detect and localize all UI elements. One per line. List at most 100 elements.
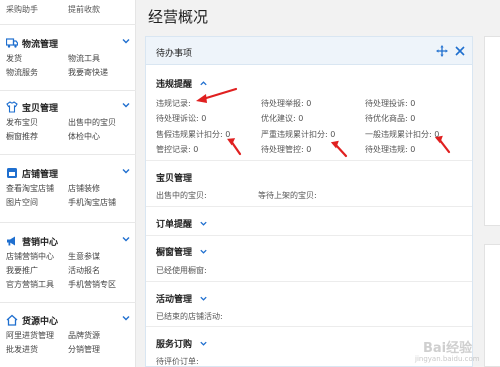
- sidebar-link-purchase-helper[interactable]: 采购助手: [6, 4, 68, 15]
- shirt-icon: [6, 101, 18, 113]
- todo-panel-title: 待办事项: [156, 49, 193, 59]
- section-divider: [146, 235, 472, 236]
- sidebar-item-logistics-service[interactable]: 物流服务: [6, 68, 68, 78]
- violation-section-title: 违规提醒: [156, 80, 193, 90]
- sidebar-section-header[interactable]: 营销中心: [0, 234, 136, 248]
- sidebar-section-store: 店铺管理 查看淘宝店铺 店铺装修 图片空间 手机淘宝店铺: [0, 166, 136, 207]
- showcase-section-header[interactable]: 橱窗管理: [156, 245, 208, 258]
- sidebar-divider: [0, 302, 136, 303]
- move-icon[interactable]: [436, 45, 448, 57]
- general-violation-points[interactable]: 一般违规累计扣分: 0: [365, 129, 439, 140]
- service-section-title: 服务订购: [156, 340, 193, 350]
- sidebar-section-title: 宝贝管理: [22, 104, 59, 114]
- sidebar-item-store-marketing-center[interactable]: 店铺营销中心: [6, 252, 68, 262]
- house-icon: [6, 314, 18, 326]
- serious-violation-points[interactable]: 严重违规累计扣分: 0: [261, 129, 335, 140]
- sidebar-section-header[interactable]: 物流管理: [0, 36, 136, 50]
- sidebar-item-business-advisor[interactable]: 生意参谋: [68, 252, 130, 262]
- orders-to-review[interactable]: 待评价订单:: [156, 356, 199, 367]
- sidebar-item-wholesale[interactable]: 批发进货: [6, 345, 68, 355]
- sidebar-item-checkup-center[interactable]: 体检中心: [68, 132, 130, 142]
- sidebar-item-ship[interactable]: 发货: [6, 54, 68, 64]
- chevron-down-icon[interactable]: [121, 36, 131, 46]
- truck-icon: [6, 38, 18, 48]
- sidebar-section-header[interactable]: 货源中心: [0, 313, 136, 327]
- pending-controls[interactable]: 待处理管控: 0: [261, 144, 311, 155]
- pending-complaints[interactable]: 待处理投诉: 0: [365, 98, 415, 109]
- sidebar-item-view-store[interactable]: 查看淘宝店铺: [6, 184, 68, 194]
- goods-on-sale-count[interactable]: 出售中的宝贝:: [156, 190, 207, 201]
- goods-to-optimize[interactable]: 待优化商品: 0: [365, 113, 415, 124]
- sidebar-item-event-signup[interactable]: 活动报名: [68, 266, 130, 276]
- sidebar-item-publish-goods[interactable]: 发布宝贝: [6, 118, 68, 128]
- sidebar-item-distribution[interactable]: 分销管理: [68, 345, 130, 355]
- sidebar-section-header[interactable]: 宝贝管理: [0, 100, 136, 114]
- sidebar-section-logistics: 物流管理 发货 物流工具 物流服务 我要寄快递: [0, 36, 136, 77]
- sidebar-item-brand-supply[interactable]: 品牌货源: [68, 331, 130, 341]
- chevron-down-icon[interactable]: [199, 247, 208, 256]
- sidebar-item-showcase-recommend[interactable]: 橱窗推荐: [6, 132, 68, 142]
- sidebar-item-image-space[interactable]: 图片空间: [6, 198, 68, 208]
- watermark-url: jingyan.baidu.com: [415, 355, 480, 363]
- chevron-down-icon[interactable]: [199, 339, 208, 348]
- goods-section-header: 宝贝管理: [156, 171, 192, 184]
- sidebar-link-early-collection[interactable]: 提前收款: [68, 4, 130, 15]
- counterfeit-violation-points[interactable]: 售假违规累计扣分: 0: [156, 129, 230, 140]
- section-divider: [146, 281, 472, 282]
- right-panel-partial: [484, 36, 500, 226]
- goods-waiting-list-count[interactable]: 等待上架的宝贝:: [258, 190, 317, 201]
- sidebar-section-header[interactable]: 店铺管理: [0, 166, 136, 180]
- sidebar-item-goods-on-sale[interactable]: 出售中的宝贝: [68, 118, 130, 128]
- control-records[interactable]: 管控记录: 0: [156, 144, 198, 155]
- sidebar-divider: [0, 222, 136, 223]
- activity-section-title: 活动管理: [156, 295, 193, 305]
- orders-section-title: 订单提醒: [156, 220, 193, 230]
- optimization-suggestions[interactable]: 优化建议: 0: [261, 113, 303, 124]
- sidebar-item-send-express[interactable]: 我要寄快递: [68, 68, 130, 78]
- violation-records[interactable]: 违规记录:: [156, 98, 191, 109]
- chevron-up-icon[interactable]: [199, 79, 208, 88]
- sidebar-item-logistics-tools[interactable]: 物流工具: [68, 54, 130, 64]
- chevron-down-icon[interactable]: [199, 294, 208, 303]
- activity-section-header[interactable]: 活动管理: [156, 292, 208, 305]
- chevron-down-icon[interactable]: [121, 100, 131, 110]
- pending-reports[interactable]: 待处理举报: 0: [261, 98, 311, 109]
- chevron-down-icon[interactable]: [199, 219, 208, 228]
- pending-violations[interactable]: 待处理违规: 0: [365, 144, 415, 155]
- pending-litigation[interactable]: 待处理诉讼: 0: [156, 113, 206, 124]
- violation-section-header[interactable]: 违规提醒: [156, 77, 208, 90]
- sidebar-links: 查看淘宝店铺 店铺装修 图片空间 手机淘宝店铺: [6, 184, 130, 208]
- megaphone-icon: [7, 236, 15, 246]
- sidebar-divider: [0, 90, 136, 91]
- sidebar-links: 阿里进货管理 品牌货源 批发进货 分销管理: [6, 331, 130, 355]
- sidebar-item-official-marketing-tools[interactable]: 官方营销工具: [6, 280, 68, 290]
- chevron-down-icon[interactable]: [121, 313, 131, 323]
- sidebar-section-supply: 货源中心 阿里进货管理 品牌货源 批发进货 分销管理: [0, 313, 136, 354]
- sidebar-top-links: 采购助手 提前收款: [6, 4, 130, 15]
- sidebar-section-title: 营销中心: [22, 238, 59, 248]
- chevron-down-icon[interactable]: [121, 234, 131, 244]
- chevron-down-icon[interactable]: [121, 166, 131, 176]
- section-divider: [146, 206, 472, 207]
- sidebar-item-promote[interactable]: 我要推广: [6, 266, 68, 276]
- service-section-header[interactable]: 服务订购: [156, 337, 208, 350]
- sidebar-item-mobile-store[interactable]: 手机淘宝店铺: [68, 198, 130, 208]
- close-icon[interactable]: [454, 45, 466, 57]
- ended-store-activities[interactable]: 已结束的店铺活动:: [156, 311, 223, 322]
- orders-section-header[interactable]: 订单提醒: [156, 217, 208, 230]
- sidebar-item-ali-purchase[interactable]: 阿里进货管理: [6, 331, 68, 341]
- sidebar-section-goods: 宝贝管理 发布宝贝 出售中的宝贝 橱窗推荐 体检中心: [0, 100, 136, 141]
- sidebar-links: 发货 物流工具 物流服务 我要寄快递: [6, 54, 130, 78]
- sidebar-item-store-decoration[interactable]: 店铺装修: [68, 184, 130, 194]
- sidebar-section-title: 货源中心: [22, 317, 59, 327]
- showcase-used-count[interactable]: 已经使用橱窗:: [156, 265, 207, 276]
- sidebar-section-title: 物流管理: [22, 40, 59, 50]
- sidebar-divider: [0, 154, 136, 155]
- todo-panel-header: 待办事项: [146, 37, 472, 65]
- sidebar-links: 店铺营销中心 生意参谋 我要推广 活动报名 官方营销工具 手机营销专区: [6, 252, 130, 290]
- sidebar-links: 发布宝贝 出售中的宝贝 橱窗推荐 体检中心: [6, 118, 130, 142]
- sidebar-section-marketing: 营销中心 店铺营销中心 生意参谋 我要推广 活动报名 官方营销工具 手机营销专区: [0, 234, 136, 289]
- sidebar-item-mobile-marketing[interactable]: 手机营销专区: [68, 280, 130, 290]
- sidebar-divider: [0, 24, 136, 25]
- page-title: 经营概况: [148, 8, 209, 26]
